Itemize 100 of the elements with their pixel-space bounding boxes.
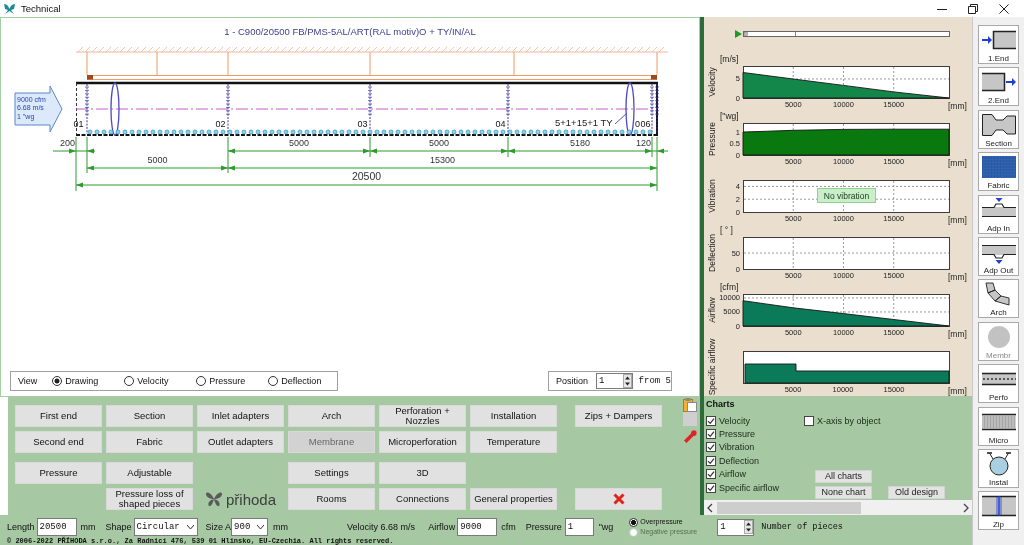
- radio-circle[interactable]: [52, 376, 63, 386]
- checkbox-option[interactable]: X-axis by object: [804, 414, 881, 428]
- play-icon[interactable]: [735, 30, 742, 38]
- close-icon[interactable]: [999, 3, 1009, 14]
- radio-circle[interactable]: [124, 376, 135, 386]
- radio-option[interactable]: Velocity: [124, 376, 169, 386]
- pressure-field[interactable]: 1: [564, 518, 594, 536]
- checkbox-option[interactable]: Vibration: [706, 440, 755, 455]
- checkbox-option[interactable]: Specific airflow: [706, 480, 780, 495]
- panel-button[interactable]: First end: [15, 405, 102, 427]
- pieces-spinner[interactable]: 1: [717, 518, 755, 536]
- checkbox[interactable]: [706, 482, 716, 493]
- axis-title: Deflection: [707, 234, 718, 272]
- segment-marker[interactable]: [744, 32, 748, 36]
- radio-circle[interactable]: [268, 376, 279, 386]
- panel-button[interactable]: Temperature: [470, 431, 557, 453]
- panel-button[interactable]: Adjustable: [106, 462, 193, 484]
- window-title: Technical: [21, 3, 61, 14]
- panel-button[interactable]: Pressure: [15, 462, 102, 484]
- panel-title: Charts: [706, 399, 735, 411]
- tool-button[interactable]: 1.End: [978, 25, 1019, 64]
- panel-button[interactable]: Pressure loss of shaped pieces: [106, 488, 193, 510]
- wrench-icon[interactable]: [683, 430, 697, 444]
- panel-button[interactable]: Arch: [288, 405, 375, 427]
- scroll-left-icon[interactable]: [706, 502, 714, 513]
- radio-option[interactable]: Deflection: [268, 376, 322, 386]
- tool-button[interactable]: Zip: [978, 491, 1019, 531]
- field-label: Airflow: [428, 522, 456, 532]
- tool-button[interactable]: Arch: [978, 279, 1019, 319]
- panel-button[interactable]: Inlet adapters: [197, 405, 284, 427]
- horizontal-scrollbar[interactable]: [704, 500, 972, 515]
- arrow-into-duct-icon: [981, 28, 1016, 52]
- panel-button[interactable]: Settings: [288, 462, 375, 484]
- checkbox[interactable]: [706, 455, 716, 466]
- tool-button[interactable]: Micro: [978, 406, 1019, 446]
- checkbox[interactable]: [804, 415, 814, 426]
- panel-button[interactable]: All charts: [815, 470, 872, 483]
- checkbox-option[interactable]: Airflow: [706, 467, 746, 481]
- unit-label: mm: [80, 522, 96, 532]
- axis-title: Specific airflow: [707, 338, 718, 396]
- checkbox-option[interactable]: Deflection: [706, 454, 760, 468]
- extension-line: [369, 136, 371, 158]
- panel-button[interactable]: 3D: [379, 462, 466, 484]
- spin-arrows-icon[interactable]: [622, 374, 632, 388]
- panel-button[interactable]: None chart: [815, 486, 872, 499]
- panel-button[interactable]: Zips + Dampers: [575, 405, 662, 427]
- checkbox-option[interactable]: Pressure: [706, 427, 755, 441]
- zipper-icon: [981, 494, 1016, 519]
- position-total: from 5: [638, 376, 671, 386]
- section-divider: [84, 83, 90, 135]
- panel-button[interactable]: Rooms: [288, 488, 375, 510]
- radio-option[interactable]: Drawing: [52, 376, 99, 386]
- dimension-value: 5000: [289, 137, 309, 148]
- position-spinner[interactable]: 1: [596, 373, 633, 389]
- scroll-thumb[interactable]: [717, 501, 861, 514]
- panel-button[interactable]: Section: [106, 405, 193, 427]
- panel-button[interactable]: Outlet adapters: [197, 431, 284, 453]
- checkbox-option[interactable]: Velocity: [706, 414, 751, 428]
- checkbox[interactable]: [706, 469, 716, 480]
- unit-label: mm: [273, 522, 289, 532]
- radio-circle[interactable]: [629, 517, 639, 527]
- panel-button[interactable]: Perforation + Nozzles: [379, 405, 466, 427]
- checkbox[interactable]: [706, 429, 716, 440]
- restore-icon[interactable]: [968, 3, 978, 14]
- radio-circle[interactable]: [196, 376, 207, 386]
- field-label: Size A: [205, 522, 232, 532]
- section-number: 02: [215, 119, 226, 129]
- clipboard-icon[interactable]: [683, 398, 697, 412]
- panel-button[interactable]: Second end: [15, 431, 102, 453]
- size-dropdown[interactable]: 900: [231, 518, 269, 536]
- tool-button[interactable]: 2.End: [978, 67, 1019, 107]
- field-label: Length: [7, 522, 35, 532]
- checkbox[interactable]: [706, 442, 716, 453]
- panel-button[interactable]: Fabric: [106, 431, 193, 453]
- tool-button[interactable]: Adp Out: [978, 236, 1019, 276]
- panel-button[interactable]: General properties: [470, 488, 557, 510]
- panel-button[interactable]: Connections: [379, 488, 466, 510]
- tool-button[interactable]: Perfo: [978, 364, 1019, 404]
- length-field[interactable]: 20500: [36, 518, 77, 536]
- no-data-label: No vibration: [817, 188, 876, 203]
- tool-button[interactable]: Section: [978, 109, 1019, 149]
- close-icon: [612, 493, 625, 505]
- axis-title: Airflow: [707, 297, 718, 323]
- tool-button[interactable]: Instal: [978, 448, 1019, 488]
- scroll-right-icon[interactable]: [962, 502, 970, 513]
- cancel-button[interactable]: [575, 488, 662, 510]
- section-number: 06: [640, 119, 651, 129]
- shape-dropdown[interactable]: Circular: [133, 518, 198, 536]
- velocity-reading: Velocity 6.68 m/s: [347, 522, 416, 532]
- panel-button[interactable]: Microperforation: [379, 431, 466, 453]
- radio-option[interactable]: Pressure: [196, 376, 246, 386]
- tool-button[interactable]: Fabric: [978, 152, 1019, 192]
- panel-button[interactable]: Old design: [888, 486, 945, 499]
- checkbox[interactable]: [706, 415, 716, 426]
- pieces-label: Number of pieces: [761, 522, 843, 532]
- anchor-block: [87, 75, 93, 80]
- spin-arrows-icon[interactable]: [744, 520, 754, 534]
- airflow-field[interactable]: 9000: [457, 518, 498, 536]
- tool-button[interactable]: Adp In: [978, 194, 1019, 234]
- panel-button[interactable]: Installation: [470, 405, 557, 427]
